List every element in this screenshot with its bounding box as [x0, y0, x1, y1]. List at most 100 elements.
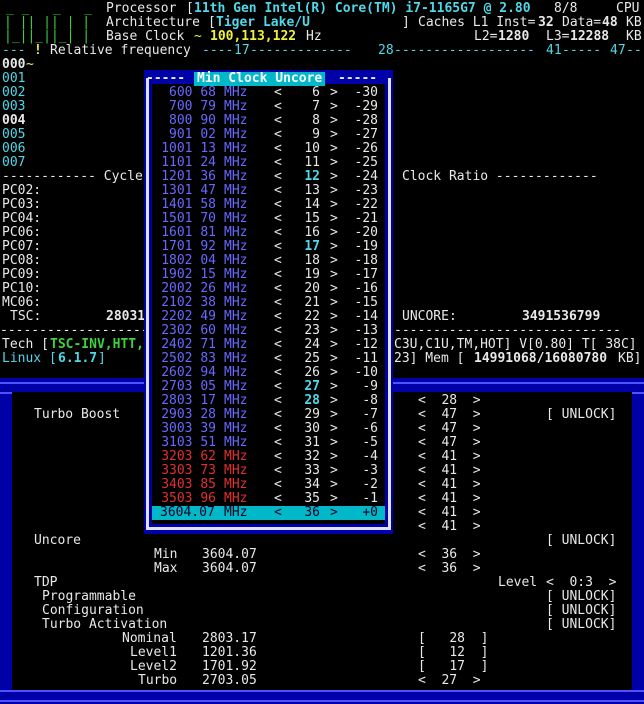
turbo-ratio-control[interactable]: < 27 > — [418, 674, 481, 688]
ratio-option-row[interactable]: 700 79 MHz <7 > -29 — [152, 100, 385, 114]
ratio-option-row[interactable]: 2302 60 MHz <23 > -13 — [152, 324, 385, 338]
logo-line-2: | || || | | — [4, 15, 91, 30]
turbo-boost-label[interactable]: Turbo Boost — [34, 408, 120, 422]
option-offset: -28 — [354, 113, 378, 128]
core-007[interactable]: 007 — [2, 156, 25, 170]
popup-selected-row[interactable]: 3604.07 MHz < 36 > +0 — [152, 506, 385, 520]
option-left-arrow: < — [274, 155, 282, 170]
ratio-option-row[interactable]: 600 68 MHz <6 > -30 — [152, 86, 385, 100]
ratio-option-row[interactable]: 2102 38 MHz <21 > -15 — [152, 296, 385, 310]
ratio-option-row[interactable]: 1201 36 MHz <12 > -24 — [152, 170, 385, 184]
option-unit: MHz — [224, 309, 248, 324]
uncore-label[interactable]: Uncore — [34, 534, 81, 548]
kb-unit-1: KB — [626, 15, 642, 30]
mc06-label: MC06: — [2, 295, 42, 310]
nominal-ratio-field[interactable]: [ 28 ] — [418, 632, 488, 646]
option-ratio: 34 — [304, 477, 320, 492]
level2-ratio-field[interactable]: [ 17 ] — [418, 660, 488, 674]
option-frequency: 1701 92 — [161, 239, 216, 254]
ratio-option-row[interactable]: 901 02 MHz <9 > -27 — [152, 128, 385, 142]
core-001[interactable]: 001 — [2, 72, 25, 86]
option-left-arrow: < — [274, 197, 282, 212]
turbo-ratio-control[interactable]: < 47 > — [418, 408, 481, 422]
turbo-ratio-control[interactable]: < 28 > — [418, 394, 481, 408]
core-003[interactable]: 003 — [2, 100, 25, 114]
uncore-min-ratio-control[interactable]: < 36 > — [418, 548, 481, 562]
turbo-ratio-control[interactable]: < 41 > — [418, 478, 481, 492]
ratio-option-row[interactable]: 2402 71 MHz <24 > -12 — [152, 338, 385, 352]
uncore-unlock[interactable]: [ UNLOCK] — [546, 534, 616, 548]
ratio-option-row[interactable]: 800 90 MHz <8 > -28 — [152, 114, 385, 128]
ratio-option-row[interactable]: 3103 51 MHz <31 > -5 — [152, 436, 385, 450]
ratio-option-row[interactable]: 1501 70 MHz <15 > -21 — [152, 212, 385, 226]
turbo-activation-label[interactable]: Turbo Activation — [42, 618, 167, 632]
core-002[interactable]: 002 — [2, 86, 25, 100]
ratio-option-row[interactable]: 1101 24 MHz <11 > -25 — [152, 156, 385, 170]
ratio-option-row[interactable]: 3303 73 MHz <33 > -3 — [152, 464, 385, 478]
ratio-option-row[interactable]: 2002 26 MHz <20 > -16 — [152, 282, 385, 296]
uncore-max-ratio: 36 — [441, 561, 458, 576]
turbo-ratio-control[interactable]: < 41 > — [418, 450, 481, 464]
configuration-label[interactable]: Configuration — [42, 604, 144, 618]
pc03-label: PC03: — [2, 197, 42, 212]
ratio-option-row[interactable]: 1802 04 MHz <18 > -18 — [152, 254, 385, 268]
option-right-arrow: > — [330, 169, 338, 184]
option-ratio: 19 — [304, 267, 320, 282]
configuration-unlock[interactable]: [ UNLOCK] — [546, 604, 616, 618]
programmable-label[interactable]: Programmable — [42, 590, 136, 604]
core-000[interactable]: 000 — [2, 58, 25, 72]
ratio-option-row[interactable]: 1902 15 MHz <19 > -17 — [152, 268, 385, 282]
ratio-option-row[interactable]: 3403 85 MHz <34 > -2 — [152, 478, 385, 492]
option-left-arrow: < — [274, 463, 282, 478]
ratio-option-row[interactable]: 2703 05 MHz <27 > -9 — [152, 380, 385, 394]
ratio-option-row[interactable]: 2502 83 MHz <25 > -11 — [152, 352, 385, 366]
tech-flags-left: TSC-INV,HTT, — [50, 337, 144, 352]
ratio-option-row[interactable]: 2202 49 MHz <22 > -14 — [152, 310, 385, 324]
ratio-option-row[interactable]: 1001 13 MHz <10 > -26 — [152, 142, 385, 156]
pc04-label: PC04: — [2, 211, 42, 226]
turbo-boost-unlock[interactable]: [ UNLOCK] — [546, 408, 616, 422]
turbo-ratio-control[interactable]: < 41 > — [418, 520, 481, 534]
option-offset: -3 — [362, 463, 378, 478]
l1-data-value: 48 — [602, 15, 618, 30]
ratio-option-row[interactable]: 3503 96 MHz <35 > -1 — [152, 492, 385, 506]
level1-ratio-field[interactable]: [ 12 ] — [418, 646, 488, 660]
ratio-option-row[interactable]: 1601 81 MHz <16 > -20 — [152, 226, 385, 240]
ratio-option-row[interactable]: 3003 39 MHz <30 > -6 — [152, 422, 385, 436]
core-005[interactable]: 005 — [2, 128, 25, 142]
ratio-option-row[interactable]: 1301 47 MHz <13 > -23 — [152, 184, 385, 198]
cycles-section-header: ------------ Cycle — [2, 169, 143, 184]
uncore-max-ratio-control[interactable]: < 36 > — [418, 562, 481, 576]
option-ratio: 12 — [304, 169, 320, 184]
option-left-arrow: < — [274, 253, 282, 268]
ratio-option-row[interactable]: 1701 92 MHz <17 > -19 — [152, 240, 385, 254]
turbo-ratio-control[interactable]: < 47 > — [418, 422, 481, 436]
ratio-option-row[interactable]: 2602 94 MHz <26 > -10 — [152, 366, 385, 380]
tdp-label[interactable]: TDP — [34, 576, 57, 590]
l1-data-label: Data= — [562, 15, 602, 30]
core-004[interactable]: 004 — [2, 114, 25, 128]
turbo-ratio-control[interactable]: < 41 > — [418, 492, 481, 506]
uncore-max-value: 3604.07 — [202, 561, 257, 576]
option-right-arrow: > — [330, 351, 338, 366]
option-unit: MHz — [224, 407, 248, 422]
processor-value: 11th Gen Intel(R) Core(TM) i7-1165G7 @ 2… — [194, 1, 531, 16]
option-unit: MHz — [224, 449, 248, 464]
turbo-ratio-control[interactable]: < 41 > — [418, 506, 481, 520]
l2-label: L2= — [474, 29, 498, 44]
programmable-unlock[interactable]: [ UNLOCK] — [546, 590, 616, 604]
ratio-option-row[interactable]: 1401 58 MHz <14 > -22 — [152, 198, 385, 212]
ratio-option-row[interactable]: 3203 62 MHz <32 > -4 — [152, 450, 385, 464]
ratio-option-row[interactable]: 2803 17 MHz <28 > -8 — [152, 394, 385, 408]
ratio-option-row[interactable]: 2903 28 MHz <29 > -7 — [152, 408, 385, 422]
option-offset: -16 — [354, 281, 378, 296]
level1-value: 1201.36 — [202, 645, 257, 660]
core-006[interactable]: 006 — [2, 142, 25, 156]
turbo-activation-unlock[interactable]: [ UNLOCK] — [546, 618, 616, 632]
turbo-ratio-control[interactable]: < 47 > — [418, 436, 481, 450]
level2-label: Level2 — [130, 659, 177, 674]
tdp-level-control[interactable]: < 0:3 > — [546, 576, 616, 590]
turbo-ratio-control[interactable]: < 41 > — [418, 464, 481, 478]
linux-label: Linux [ — [2, 351, 57, 366]
option-frequency: 901 02 — [169, 127, 216, 142]
